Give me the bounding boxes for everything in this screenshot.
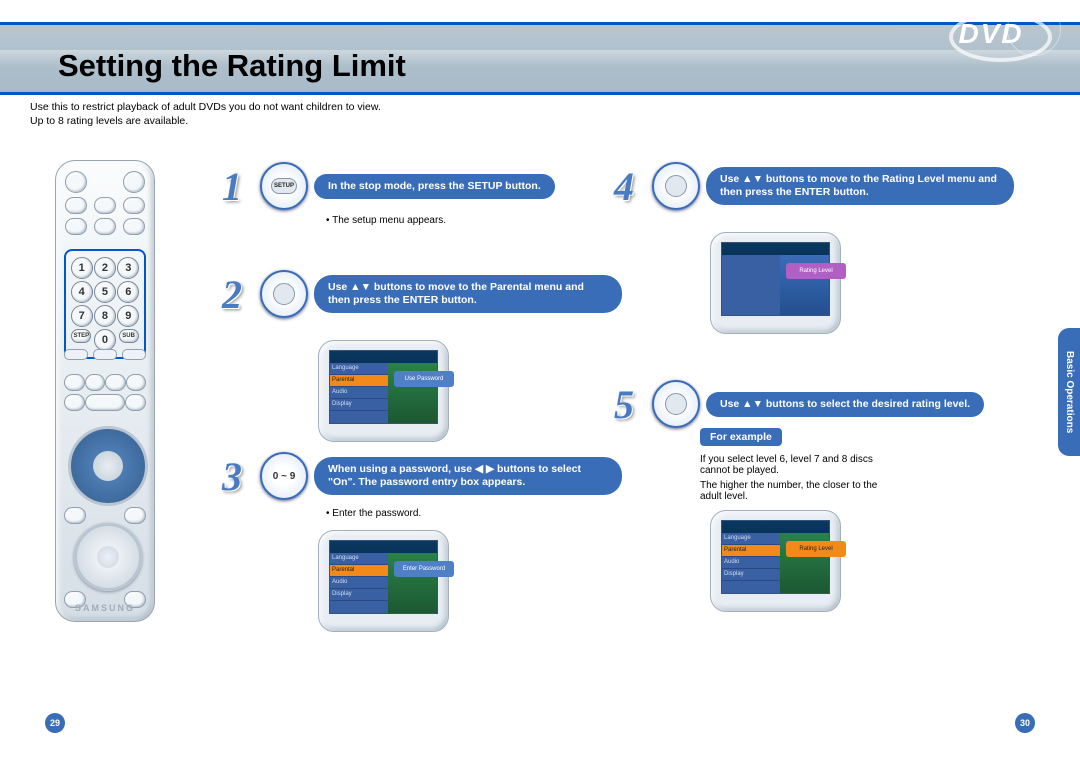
step-4: 4 Use ▲▼ buttons to move to the Rating L… <box>602 162 1014 210</box>
osd-option: Rating Level <box>786 541 846 557</box>
remote-key-6: 6 <box>117 281 139 303</box>
remote-button <box>64 394 85 411</box>
step-1: 1 SETUP In the stop mode, press the SETU… <box>210 162 555 210</box>
osd-item: Parental <box>722 545 780 557</box>
osd-item: Language <box>330 363 388 375</box>
osd-item: Language <box>722 533 780 545</box>
remote-button <box>94 218 116 235</box>
osd-item: Audio <box>330 387 388 399</box>
remote-key-9: 9 <box>117 305 139 327</box>
dvd-logo: DVD <box>945 12 1055 87</box>
osd-item: Language <box>330 553 388 565</box>
step-4-screenshot: Rating Level <box>710 232 841 334</box>
step-5: 5 Use ▲▼ buttons to select the desired r… <box>602 380 984 428</box>
step-2-screenshot: LanguageParentalAudioDisplayUse Password <box>318 340 449 442</box>
remote-button <box>124 507 146 524</box>
remote-button <box>64 374 85 391</box>
remote-button <box>105 374 126 391</box>
intro-text: Use this to restrict playback of adult D… <box>30 100 381 128</box>
page-number-right: 30 <box>1015 713 1035 733</box>
osd-option: Rating Level <box>786 263 846 279</box>
osd-item: Display <box>330 589 388 601</box>
remote-key-2: 2 <box>94 257 116 279</box>
remote-key-5: 5 <box>94 281 116 303</box>
page-number-left: 29 <box>45 713 65 733</box>
remote-sub-key: SUB <box>119 329 139 343</box>
osd-item: Parental <box>330 375 388 387</box>
remote-button <box>85 374 106 391</box>
remote-power-icon <box>65 171 87 193</box>
remote-nav-wheel <box>68 426 148 506</box>
remote-number-pad: 123 456 789 STEP0SUB <box>64 249 146 359</box>
step-3-screenshot: LanguageParentalAudioDisplayEnter Passwo… <box>318 530 449 632</box>
remote-button <box>65 197 87 214</box>
remote-button <box>123 197 145 214</box>
number-range-label: 0 ~ 9 <box>273 471 296 482</box>
remote-key-0: 0 <box>94 329 116 351</box>
remote-play-button <box>85 394 125 411</box>
step-5-button-icon <box>652 380 700 428</box>
page-title: Setting the Rating Limit <box>58 48 406 84</box>
step-2: 2 Use ▲▼ buttons to move to the Parental… <box>210 270 622 318</box>
step-5-instruction: Use ▲▼ buttons to select the desired rat… <box>706 392 984 417</box>
remote-key-4: 4 <box>71 281 93 303</box>
enter-button-icon <box>665 175 687 197</box>
for-example-label: For example <box>700 428 782 446</box>
remote-jog-wheel <box>74 523 142 591</box>
osd-item: Audio <box>722 557 780 569</box>
step-1-button-icon: SETUP <box>260 162 308 210</box>
remote-key-8: 8 <box>94 305 116 327</box>
step-4-button-icon <box>652 162 700 210</box>
step-number-2: 2 <box>210 272 254 316</box>
remote-button <box>94 197 116 214</box>
section-tab: Basic Operations <box>1058 328 1080 456</box>
remote-key-1: 1 <box>71 257 93 279</box>
osd-item: Display <box>330 399 388 411</box>
divider <box>0 22 1080 25</box>
remote-key-7: 7 <box>71 305 93 327</box>
divider <box>0 92 1080 95</box>
remote-control-illustration: 123 456 789 STEP0SUB SAMSUNG <box>55 160 155 622</box>
intro-line-2: Up to 8 rating levels are available. <box>30 115 188 127</box>
osd-option: Use Password <box>394 371 454 387</box>
step-2-instruction: Use ▲▼ buttons to move to the Parental m… <box>314 275 622 313</box>
step-3: 3 0 ~ 9 When using a password, use ◀ ▶ b… <box>210 452 622 500</box>
step-number-5: 5 <box>602 382 646 426</box>
step-number-1: 1 <box>210 164 254 208</box>
step-4-instruction: Use ▲▼ buttons to move to the Rating Lev… <box>706 167 1014 205</box>
osd-option: Enter Password <box>394 561 454 577</box>
enter-button-icon <box>665 393 687 415</box>
step-5-screenshot: LanguageParentalAudioDisplayRating Level <box>710 510 841 612</box>
setup-button-label: SETUP <box>271 178 297 194</box>
step-3-instruction: When using a password, use ◀ ▶ buttons t… <box>314 457 622 495</box>
dvd-logo-text: DVD <box>959 18 1024 50</box>
example-text-2: The higher the number, the closer to the… <box>700 480 900 502</box>
remote-button <box>125 394 146 411</box>
osd-item: Audio <box>330 577 388 589</box>
intro-line-1: Use this to restrict playback of adult D… <box>30 101 381 113</box>
remote-step-key: STEP <box>71 329 91 343</box>
example-text-1: If you select level 6, level 7 and 8 dis… <box>700 454 900 476</box>
step-number-3: 3 <box>210 454 254 498</box>
step-2-button-icon <box>260 270 308 318</box>
step-1-note: • The setup menu appears. <box>326 215 446 226</box>
osd-item: Display <box>722 569 780 581</box>
remote-button <box>64 507 86 524</box>
remote-button <box>65 218 87 235</box>
step-3-button-icon: 0 ~ 9 <box>260 452 308 500</box>
remote-button <box>123 218 145 235</box>
remote-button <box>126 374 147 391</box>
remote-open-icon <box>123 171 145 193</box>
step-1-instruction: In the stop mode, press the SETUP button… <box>314 174 555 199</box>
osd-item: Parental <box>330 565 388 577</box>
remote-brand-label: SAMSUNG <box>56 603 154 613</box>
remote-key-3: 3 <box>117 257 139 279</box>
step-3-note: • Enter the password. <box>326 508 421 519</box>
enter-button-icon <box>273 283 295 305</box>
step-number-4: 4 <box>602 164 646 208</box>
